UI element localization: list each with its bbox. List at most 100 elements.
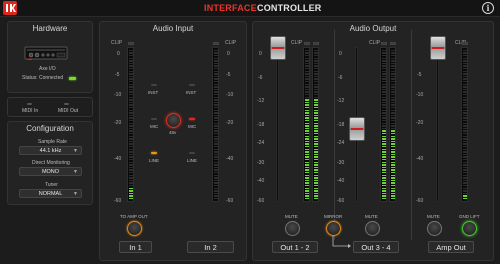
- meter-segment: [382, 192, 386, 195]
- amp-out-fader[interactable]: [430, 36, 446, 60]
- in2-button[interactable]: In 2: [187, 241, 234, 253]
- in1-button[interactable]: In 1: [119, 241, 152, 253]
- amp-scale-3: -40: [416, 156, 424, 162]
- out34-button[interactable]: Out 3 - 4: [353, 241, 399, 253]
- meter-segment: [391, 138, 395, 140]
- out12-fader[interactable]: [270, 36, 286, 60]
- sample-rate-select[interactable]: 44.1 kHz ▼: [19, 146, 82, 155]
- meter-segment: [305, 190, 309, 192]
- meter-segment: [463, 107, 467, 109]
- in1-scale-5: -60: [114, 198, 122, 204]
- tuner-select[interactable]: NORMAL ▼: [19, 189, 82, 198]
- meter-segment: [305, 75, 309, 78]
- ik-logo-icon[interactable]: [3, 1, 17, 15]
- tab-interface[interactable]: INTERFACE: [204, 3, 257, 13]
- sample-rate-label: Sample Rate: [38, 139, 67, 145]
- meter-segment: [214, 86, 218, 88]
- meter-segment: [129, 185, 133, 187]
- out34-fader[interactable]: [349, 117, 365, 141]
- meter-segment: [463, 198, 467, 200]
- meter-segment: [463, 75, 467, 78]
- mirror-button[interactable]: [326, 221, 341, 236]
- meter-segment: [314, 96, 318, 98]
- meter-segment: [305, 148, 309, 150]
- meter-segment: [391, 190, 395, 192]
- direct-monitoring-value: MONO: [41, 169, 60, 175]
- meter-segment: [463, 83, 467, 85]
- meter-segment: [214, 125, 218, 127]
- in2-clip-indicator: [213, 42, 219, 45]
- meter-segment: [305, 185, 309, 187]
- in1-inst-label[interactable]: INST: [148, 90, 158, 95]
- in2-inst-label[interactable]: INST: [186, 90, 196, 95]
- in2-scale-0: 0: [227, 51, 230, 57]
- meter-segment: [305, 138, 309, 140]
- meter-segment: [382, 86, 386, 88]
- meter-segment: [214, 195, 218, 197]
- meter-segment: [382, 88, 386, 91]
- meter-segment: [463, 101, 467, 104]
- midi-out-label: MIDI Out: [58, 108, 79, 114]
- in1-line-label[interactable]: LINE: [149, 158, 159, 163]
- meter-segment: [391, 187, 395, 189]
- meter-segment: [214, 166, 218, 169]
- tab-controller[interactable]: CONTROLLER: [257, 3, 322, 13]
- amp-out-button[interactable]: Amp Out: [428, 241, 474, 253]
- out12-scale-6: -40: [257, 178, 265, 184]
- tuner-label: Tuner: [45, 182, 58, 188]
- meter-segment: [391, 68, 395, 70]
- device-image: [24, 46, 68, 60]
- in2-mic-label[interactable]: MIC: [188, 124, 196, 129]
- meter-segment: [391, 81, 395, 83]
- meter-segment: [214, 109, 218, 111]
- meter-segment: [129, 107, 133, 109]
- meter-segment: [391, 156, 395, 158]
- out34-scale-2: -12: [337, 98, 345, 104]
- meter-segment: [214, 133, 218, 135]
- hardware-title: Hardware: [32, 24, 68, 33]
- direct-monitoring-select[interactable]: MONO ▼: [19, 167, 82, 176]
- amp-mute-button[interactable]: [427, 221, 442, 236]
- meter-segment: [314, 112, 318, 114]
- meter-segment: [382, 112, 386, 114]
- meter-segment: [382, 114, 386, 117]
- meter-segment: [305, 172, 309, 174]
- meter-segment: [314, 148, 318, 150]
- meter-segment: [463, 70, 467, 72]
- meter-segment: [391, 117, 395, 119]
- meter-segment: [314, 190, 318, 192]
- meter-segment: [305, 107, 309, 109]
- meter-segment: [305, 88, 309, 91]
- meter-segment: [391, 135, 395, 137]
- meter-segment: [463, 156, 467, 158]
- meter-segment: [391, 114, 395, 117]
- phantom-power-knob[interactable]: [166, 113, 181, 128]
- to-amp-out-knob[interactable]: [127, 221, 142, 236]
- meter-segment: [305, 104, 309, 106]
- out34-mute-button[interactable]: [365, 221, 380, 236]
- in2-line-label[interactable]: LINE: [187, 158, 197, 163]
- meter-segment: [305, 164, 309, 166]
- meter-segment: [382, 195, 386, 197]
- meter-segment: [214, 68, 218, 70]
- in1-mic-label[interactable]: MIC: [150, 124, 158, 129]
- meter-segment: [463, 94, 467, 96]
- meter-segment: [214, 60, 218, 62]
- out12-mute-button[interactable]: [285, 221, 300, 236]
- info-icon[interactable]: i: [482, 2, 494, 14]
- gnd-lift-button[interactable]: [462, 221, 477, 236]
- meter-segment: [314, 83, 318, 85]
- in2-meter: [212, 47, 219, 202]
- meter-segment: [314, 177, 318, 179]
- meter-segment: [382, 164, 386, 166]
- meter-segment: [214, 198, 218, 200]
- meter-segment: [314, 179, 318, 182]
- meter-segment: [129, 70, 133, 72]
- out12-button[interactable]: Out 1 - 2: [272, 241, 318, 253]
- meter-segment: [314, 122, 318, 124]
- meter-segment: [463, 182, 467, 184]
- midi-panel: [7, 97, 93, 117]
- meter-segment: [382, 62, 386, 65]
- meter-segment: [314, 68, 318, 70]
- in1-meter: [127, 47, 134, 202]
